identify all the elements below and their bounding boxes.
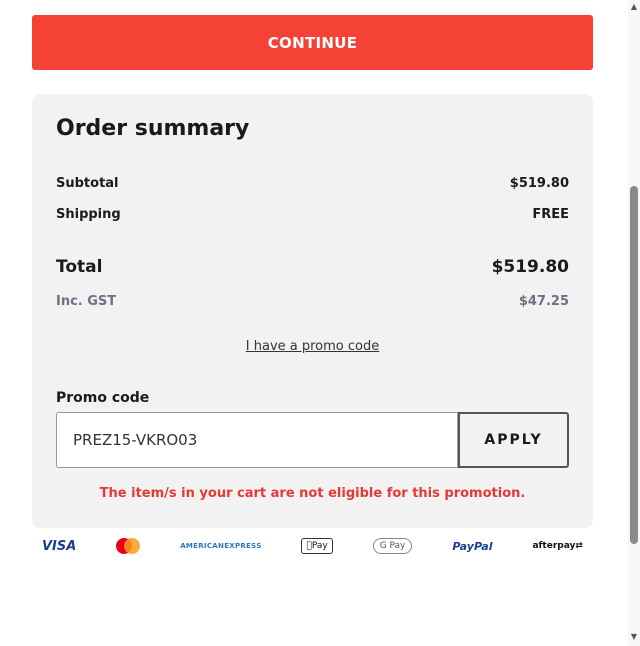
total-value: $519.80: [491, 257, 569, 277]
payment-methods: VISA AMERICANEXPRESS Pay G Pay PayPal a…: [32, 533, 593, 559]
scroll-down-icon[interactable]: ▼: [628, 632, 640, 642]
paypal-icon: PayPal: [451, 539, 492, 553]
subtotal-value: $519.80: [509, 176, 569, 191]
promo-code-label: Promo code: [56, 390, 150, 406]
order-summary-title: Order summary: [56, 116, 250, 141]
total-row: Total $519.80: [56, 257, 569, 277]
scrollbar-thumb[interactable]: [630, 186, 638, 544]
shipping-label: Shipping: [56, 207, 121, 222]
subtotal-label: Subtotal: [56, 176, 119, 191]
gst-value: $47.25: [518, 294, 569, 309]
amex-icon: AMERICAN EXPRESS: [180, 542, 262, 550]
gst-row: Inc. GST $47.25: [56, 294, 569, 309]
shipping-value: FREE: [532, 207, 569, 222]
continue-button[interactable]: CONTINUE: [32, 15, 593, 70]
google-pay-icon: G Pay: [372, 538, 413, 554]
scrollbar[interactable]: ▲ ▼: [628, 0, 640, 646]
promo-code-link[interactable]: I have a promo code: [32, 339, 593, 354]
mastercard-icon: [116, 538, 141, 554]
afterpay-icon: afterpay⇄: [532, 541, 583, 551]
gst-label: Inc. GST: [56, 294, 117, 309]
promo-error-message: The item/s in your cart are not eligible…: [99, 486, 526, 501]
scroll-up-icon[interactable]: ▲: [628, 2, 640, 12]
shipping-row: Shipping FREE: [56, 207, 569, 222]
total-label: Total: [56, 257, 103, 277]
apply-button[interactable]: APPLY: [458, 412, 569, 468]
order-summary-panel: Order summary Subtotal $519.80 Shipping …: [32, 94, 593, 528]
subtotal-row: Subtotal $519.80: [56, 176, 569, 191]
promo-code-input[interactable]: [56, 412, 458, 468]
apple-pay-icon: Pay: [301, 538, 333, 554]
visa-icon: VISA: [42, 538, 77, 554]
